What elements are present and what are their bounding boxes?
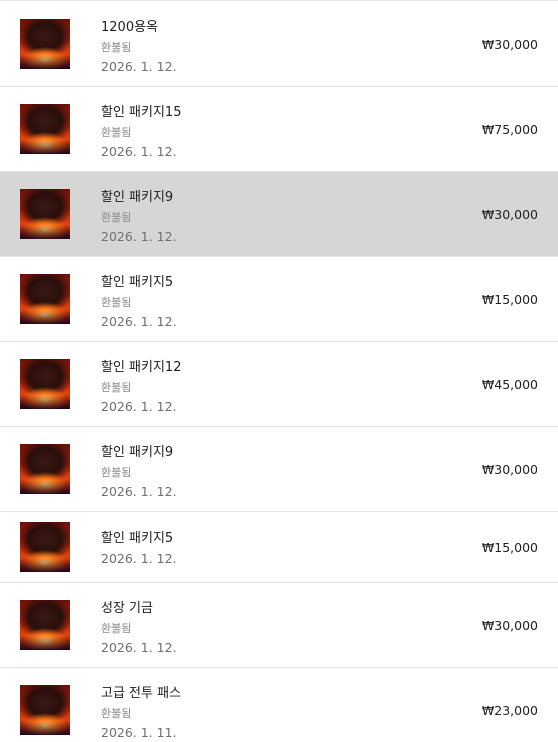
purchase-row[interactable]: 할인 패키지9 환불됨 2026. 1. 12. ₩30,000 [0, 172, 558, 257]
purchase-date: 2026. 1. 12. [101, 399, 177, 414]
game-thumbnail [20, 359, 70, 409]
game-thumbnail [20, 274, 70, 324]
game-thumbnail [20, 685, 70, 735]
item-price: ₩15,000 [481, 292, 538, 307]
game-thumbnail [20, 19, 70, 69]
refund-status: 환불됨 [101, 126, 132, 139]
refund-status: 환불됨 [101, 211, 132, 224]
purchase-date: 2026. 1. 12. [101, 551, 177, 566]
purchase-date: 2026. 1. 12. [101, 229, 177, 244]
purchase-row[interactable]: 할인 패키지12 환불됨 2026. 1. 12. ₩45,000 [0, 342, 558, 427]
item-price: ₩30,000 [481, 618, 538, 633]
purchase-date: 2026. 1. 12. [101, 144, 177, 159]
game-thumbnail [20, 104, 70, 154]
purchase-date: 2026. 1. 11. [101, 725, 177, 740]
purchase-row[interactable]: 할인 패키지15 환불됨 2026. 1. 12. ₩75,000 [0, 87, 558, 172]
item-price: ₩23,000 [481, 703, 538, 718]
item-price: ₩30,000 [481, 462, 538, 477]
game-thumbnail [20, 189, 70, 239]
item-price: ₩15,000 [481, 540, 538, 555]
item-price: ₩75,000 [481, 122, 538, 137]
game-thumbnail [20, 444, 70, 494]
refund-status: 환불됨 [101, 466, 132, 479]
refund-status: 환불됨 [101, 41, 132, 54]
purchase-row[interactable]: 할인 패키지5 2026. 1. 12. ₩15,000 [0, 512, 558, 583]
purchase-list: 1200용옥 환불됨 2026. 1. 12. ₩30,000 할인 패키지15… [0, 0, 558, 742]
refund-status: 환불됨 [101, 622, 132, 635]
item-name: 할인 패키지5 [101, 275, 174, 290]
purchase-date: 2026. 1. 12. [101, 640, 177, 655]
item-name: 할인 패키지12 [101, 360, 182, 375]
item-name: 1200용옥 [101, 20, 159, 35]
purchase-row[interactable]: 고급 전투 패스 환불됨 2026. 1. 11. ₩23,000 [0, 668, 558, 742]
purchase-row[interactable]: 할인 패키지5 환불됨 2026. 1. 12. ₩15,000 [0, 257, 558, 342]
item-price: ₩30,000 [481, 207, 538, 222]
purchase-date: 2026. 1. 12. [101, 314, 177, 329]
item-price: ₩45,000 [481, 377, 538, 392]
purchase-row[interactable]: 1200용옥 환불됨 2026. 1. 12. ₩30,000 [0, 2, 558, 87]
purchase-row[interactable]: 성장 기금 환불됨 2026. 1. 12. ₩30,000 [0, 583, 558, 668]
game-thumbnail [20, 522, 70, 572]
item-name: 성장 기금 [101, 601, 153, 616]
item-price: ₩30,000 [481, 37, 538, 52]
item-name: 할인 패키지9 [101, 445, 174, 460]
purchase-row[interactable]: 할인 패키지9 환불됨 2026. 1. 12. ₩30,000 [0, 427, 558, 512]
item-name: 할인 패키지5 [101, 531, 174, 546]
item-name: 할인 패키지9 [101, 190, 174, 205]
refund-status: 환불됨 [101, 296, 132, 309]
item-name: 할인 패키지15 [101, 105, 182, 120]
refund-status: 환불됨 [101, 707, 132, 720]
item-name: 고급 전투 패스 [101, 686, 182, 701]
purchase-date: 2026. 1. 12. [101, 484, 177, 499]
game-thumbnail [20, 600, 70, 650]
purchase-date: 2026. 1. 12. [101, 59, 177, 74]
refund-status: 환불됨 [101, 381, 132, 394]
